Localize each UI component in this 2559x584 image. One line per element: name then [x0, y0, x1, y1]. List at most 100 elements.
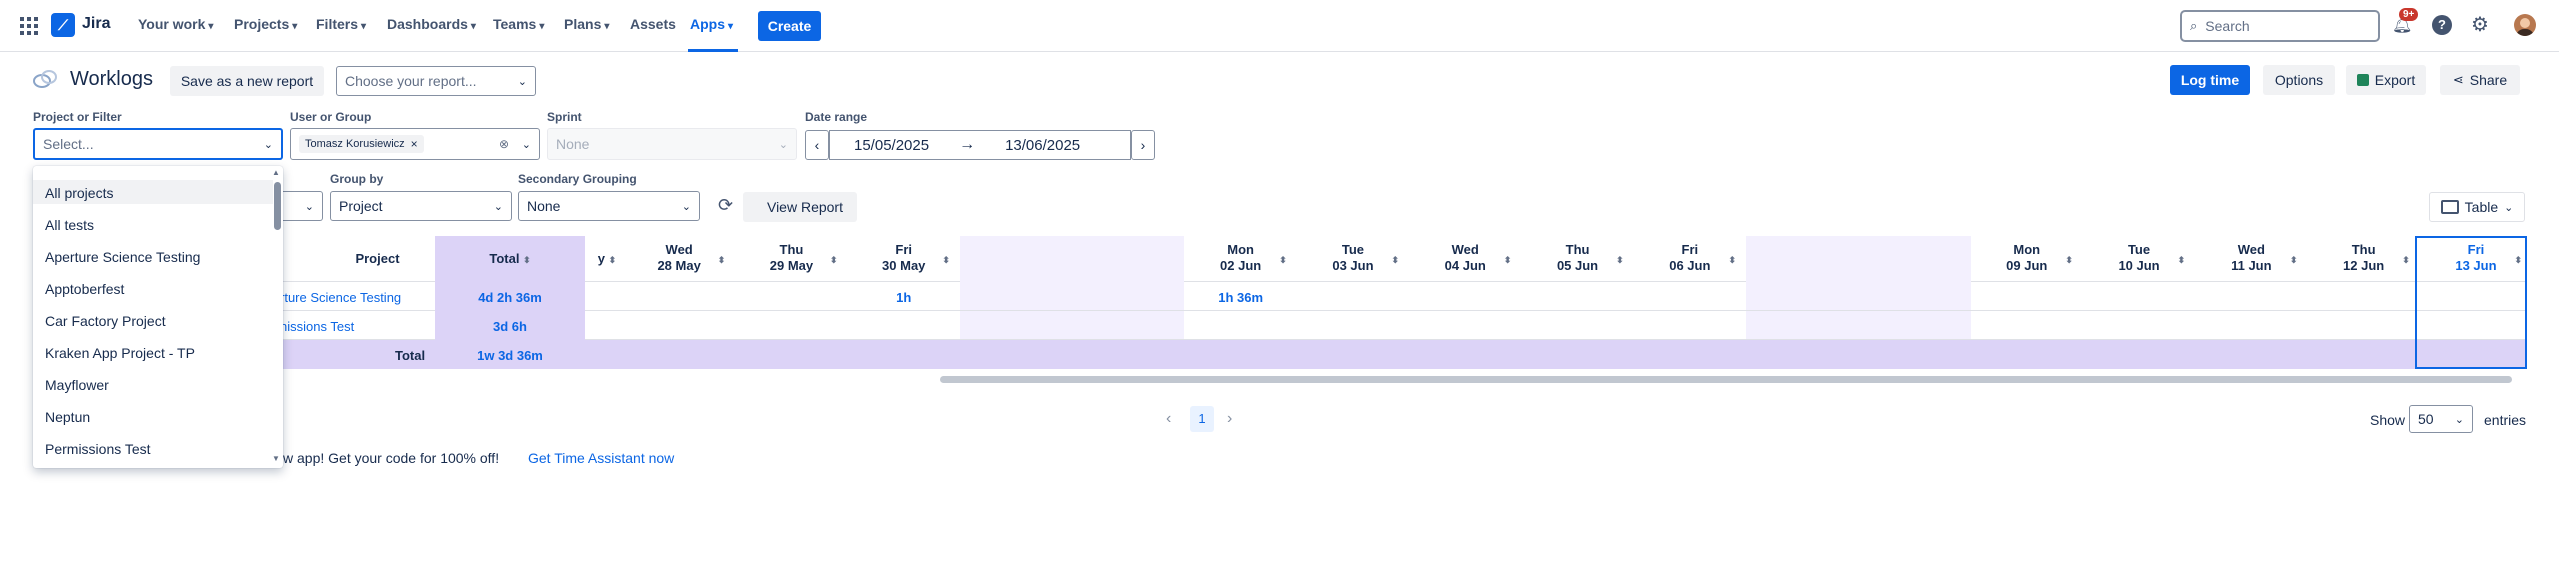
date-range-prev-button[interactable]: ‹: [805, 130, 829, 160]
sort-icon: ⬍: [1391, 255, 1400, 265]
total-header-label: Total: [489, 251, 520, 266]
view-mode-label: Table: [2464, 199, 2499, 215]
user-chip: Tomasz Korusiewicz ×: [299, 135, 424, 153]
day-column-header[interactable]: Fri 06 Jun ⬍: [1634, 236, 1746, 282]
row-project-link[interactable]: nissions Test: [280, 319, 435, 334]
project-column-header[interactable]: Project: [280, 236, 435, 282]
total-row-label: Total: [395, 348, 426, 363]
share-button[interactable]: ⋖ Share: [2440, 65, 2520, 95]
pagination-prev-icon[interactable]: ‹: [1166, 410, 1171, 428]
row-project-link[interactable]: rture Science Testing: [280, 290, 435, 305]
date-from[interactable]: 15/05/2025: [854, 137, 929, 154]
top-navigation: ⟋ Jira Your work ▾ Projects ▾ Filters ▾ Das…: [0, 0, 2559, 52]
notification-badge: 9+: [2399, 8, 2419, 21]
nav-projects[interactable]: Projects ▾: [234, 16, 297, 32]
day-column-header[interactable]: Tue 10 Jun ⬍: [2083, 236, 2195, 282]
group-by-select[interactable]: Project ⌄: [330, 191, 512, 221]
choose-report-select[interactable]: Choose your report... ⌄: [336, 66, 536, 96]
avatar[interactable]: [2514, 14, 2536, 36]
day-column-header[interactable]: Wed 28 May ⬍: [623, 236, 735, 282]
sprint-label: Sprint: [547, 110, 582, 124]
view-report-button[interactable]: View Report: [743, 192, 857, 222]
export-label: Export: [2374, 72, 2416, 88]
promo-link[interactable]: Get Time Assistant now: [528, 450, 674, 466]
nav-label: Projects: [234, 16, 290, 32]
dropdown-option[interactable]: Apptoberfest: [45, 281, 124, 297]
sort-icon: ⬍: [1616, 255, 1624, 265]
pagination-next-icon[interactable]: ›: [1227, 410, 1232, 428]
dropdown-option[interactable]: Car Factory Project: [45, 313, 166, 329]
total-column-header[interactable]: Total ⬍: [435, 236, 585, 282]
sort-icon: ⬍: [608, 255, 617, 265]
day-column-header[interactable]: Fri 30 May ⬍: [848, 236, 960, 282]
partial-column-label: y: [597, 251, 606, 266]
nav-label: Dashboards: [387, 16, 468, 32]
export-icon: [2356, 74, 2369, 86]
row-total[interactable]: 3d 6h: [435, 319, 585, 334]
date-range-picker[interactable]: 15/05/2025 → 13/06/2025: [829, 130, 1131, 160]
row-total[interactable]: 4d 2h 36m: [435, 290, 585, 305]
nav-dashboards[interactable]: Dashboards ▾: [387, 16, 476, 32]
settings-icon[interactable]: ⚙: [2471, 12, 2489, 37]
help-icon[interactable]: ?: [2432, 15, 2452, 35]
day-column-header[interactable]: Thu 12 Jun ⬍: [2308, 236, 2420, 282]
refresh-icon[interactable]: ⟳: [718, 195, 733, 216]
chevron-down-icon: ⌄: [521, 138, 531, 151]
day-column-header[interactable]: Mon 02 Jun ⬍: [1185, 236, 1297, 282]
table-icon: [2440, 200, 2459, 214]
nav-assets[interactable]: Assets: [630, 16, 676, 32]
dropdown-scrollbar[interactable]: [274, 182, 281, 230]
log-time-button[interactable]: Log time: [2170, 65, 2250, 95]
day-column-header[interactable]: Wed 11 Jun ⬍: [2195, 236, 2307, 282]
nav-label: Plans: [564, 16, 602, 32]
day-column-header[interactable]: Thu 29 May ⬍: [735, 236, 847, 282]
project-filter-select[interactable]: Select... ⌄: [33, 128, 283, 160]
nav-teams[interactable]: Teams ▾: [493, 16, 544, 32]
sort-icon: ⬍: [2065, 255, 2073, 265]
sort-icon: ⬍: [830, 255, 838, 265]
chevron-down-icon: ▾: [208, 21, 214, 32]
view-mode-select[interactable]: Table ⌄: [2429, 192, 2525, 222]
dropdown-option[interactable]: Aperture Science Testing: [45, 249, 200, 265]
search-input[interactable]: ⌕ Search: [2180, 10, 2380, 42]
date-range-next-button[interactable]: ›: [1131, 130, 1155, 160]
day-column-header[interactable]: Mon 09 Jun ⬍: [1971, 236, 2083, 282]
nav-your-work[interactable]: Your work ▾: [138, 16, 213, 32]
create-button[interactable]: Create: [758, 11, 821, 41]
app-switcher-icon[interactable]: [20, 17, 38, 35]
secondary-grouping-select[interactable]: None ⌄: [518, 191, 700, 221]
entries-select[interactable]: 50 ⌄: [2409, 405, 2473, 433]
user-group-select[interactable]: Tomasz Korusiewicz × ⊗ ⌄: [290, 128, 540, 160]
nav-apps[interactable]: Apps ▾: [690, 16, 733, 32]
chevron-down-icon: ▾: [361, 21, 367, 32]
nav-plans[interactable]: Plans ▾: [564, 16, 609, 32]
app-name[interactable]: Jira: [82, 15, 110, 33]
dropdown-option[interactable]: Permissions Test: [45, 441, 151, 457]
day-column-header[interactable]: Thu 05 Jun ⬍: [1521, 236, 1633, 282]
project-filter-placeholder: Select...: [43, 136, 94, 152]
pagination-current-page[interactable]: 1: [1190, 406, 1214, 432]
options-button[interactable]: Options: [2263, 65, 2335, 95]
save-as-new-report-button[interactable]: Save as a new report: [170, 66, 324, 96]
arrow-right-icon: →: [959, 136, 976, 153]
day-column-header[interactable]: Wed 04 Jun ⬍: [1409, 236, 1521, 282]
dropdown-option[interactable]: All tests: [45, 217, 94, 233]
first-grouping-select[interactable]: ⌄: [283, 191, 323, 221]
horizontal-scrollbar[interactable]: [940, 376, 2512, 383]
day-column-header[interactable]: Tue 03 Jun ⬍: [1297, 236, 1409, 282]
nav-filters[interactable]: Filters ▾: [316, 16, 366, 32]
export-button[interactable]: Export: [2346, 65, 2426, 95]
clear-icon[interactable]: ⊗: [499, 137, 509, 151]
grand-total: 1w 3d 36m: [477, 348, 543, 363]
remove-chip-icon[interactable]: ×: [411, 137, 418, 151]
sprint-select: None ⌄: [547, 128, 797, 160]
sort-icon: ⬍: [1279, 255, 1287, 265]
table-row: [280, 311, 2525, 340]
date-to[interactable]: 13/06/2025: [1005, 137, 1080, 154]
dropdown-option[interactable]: Kraken App Project - TP: [45, 345, 195, 361]
dropdown-option[interactable]: Mayflower: [45, 377, 109, 393]
group-by-value: Project: [339, 198, 383, 214]
dropdown-option[interactable]: Neptun: [45, 409, 90, 425]
jira-logo-icon[interactable]: ⟋: [51, 13, 75, 37]
dropdown-option[interactable]: All projects: [45, 185, 113, 201]
